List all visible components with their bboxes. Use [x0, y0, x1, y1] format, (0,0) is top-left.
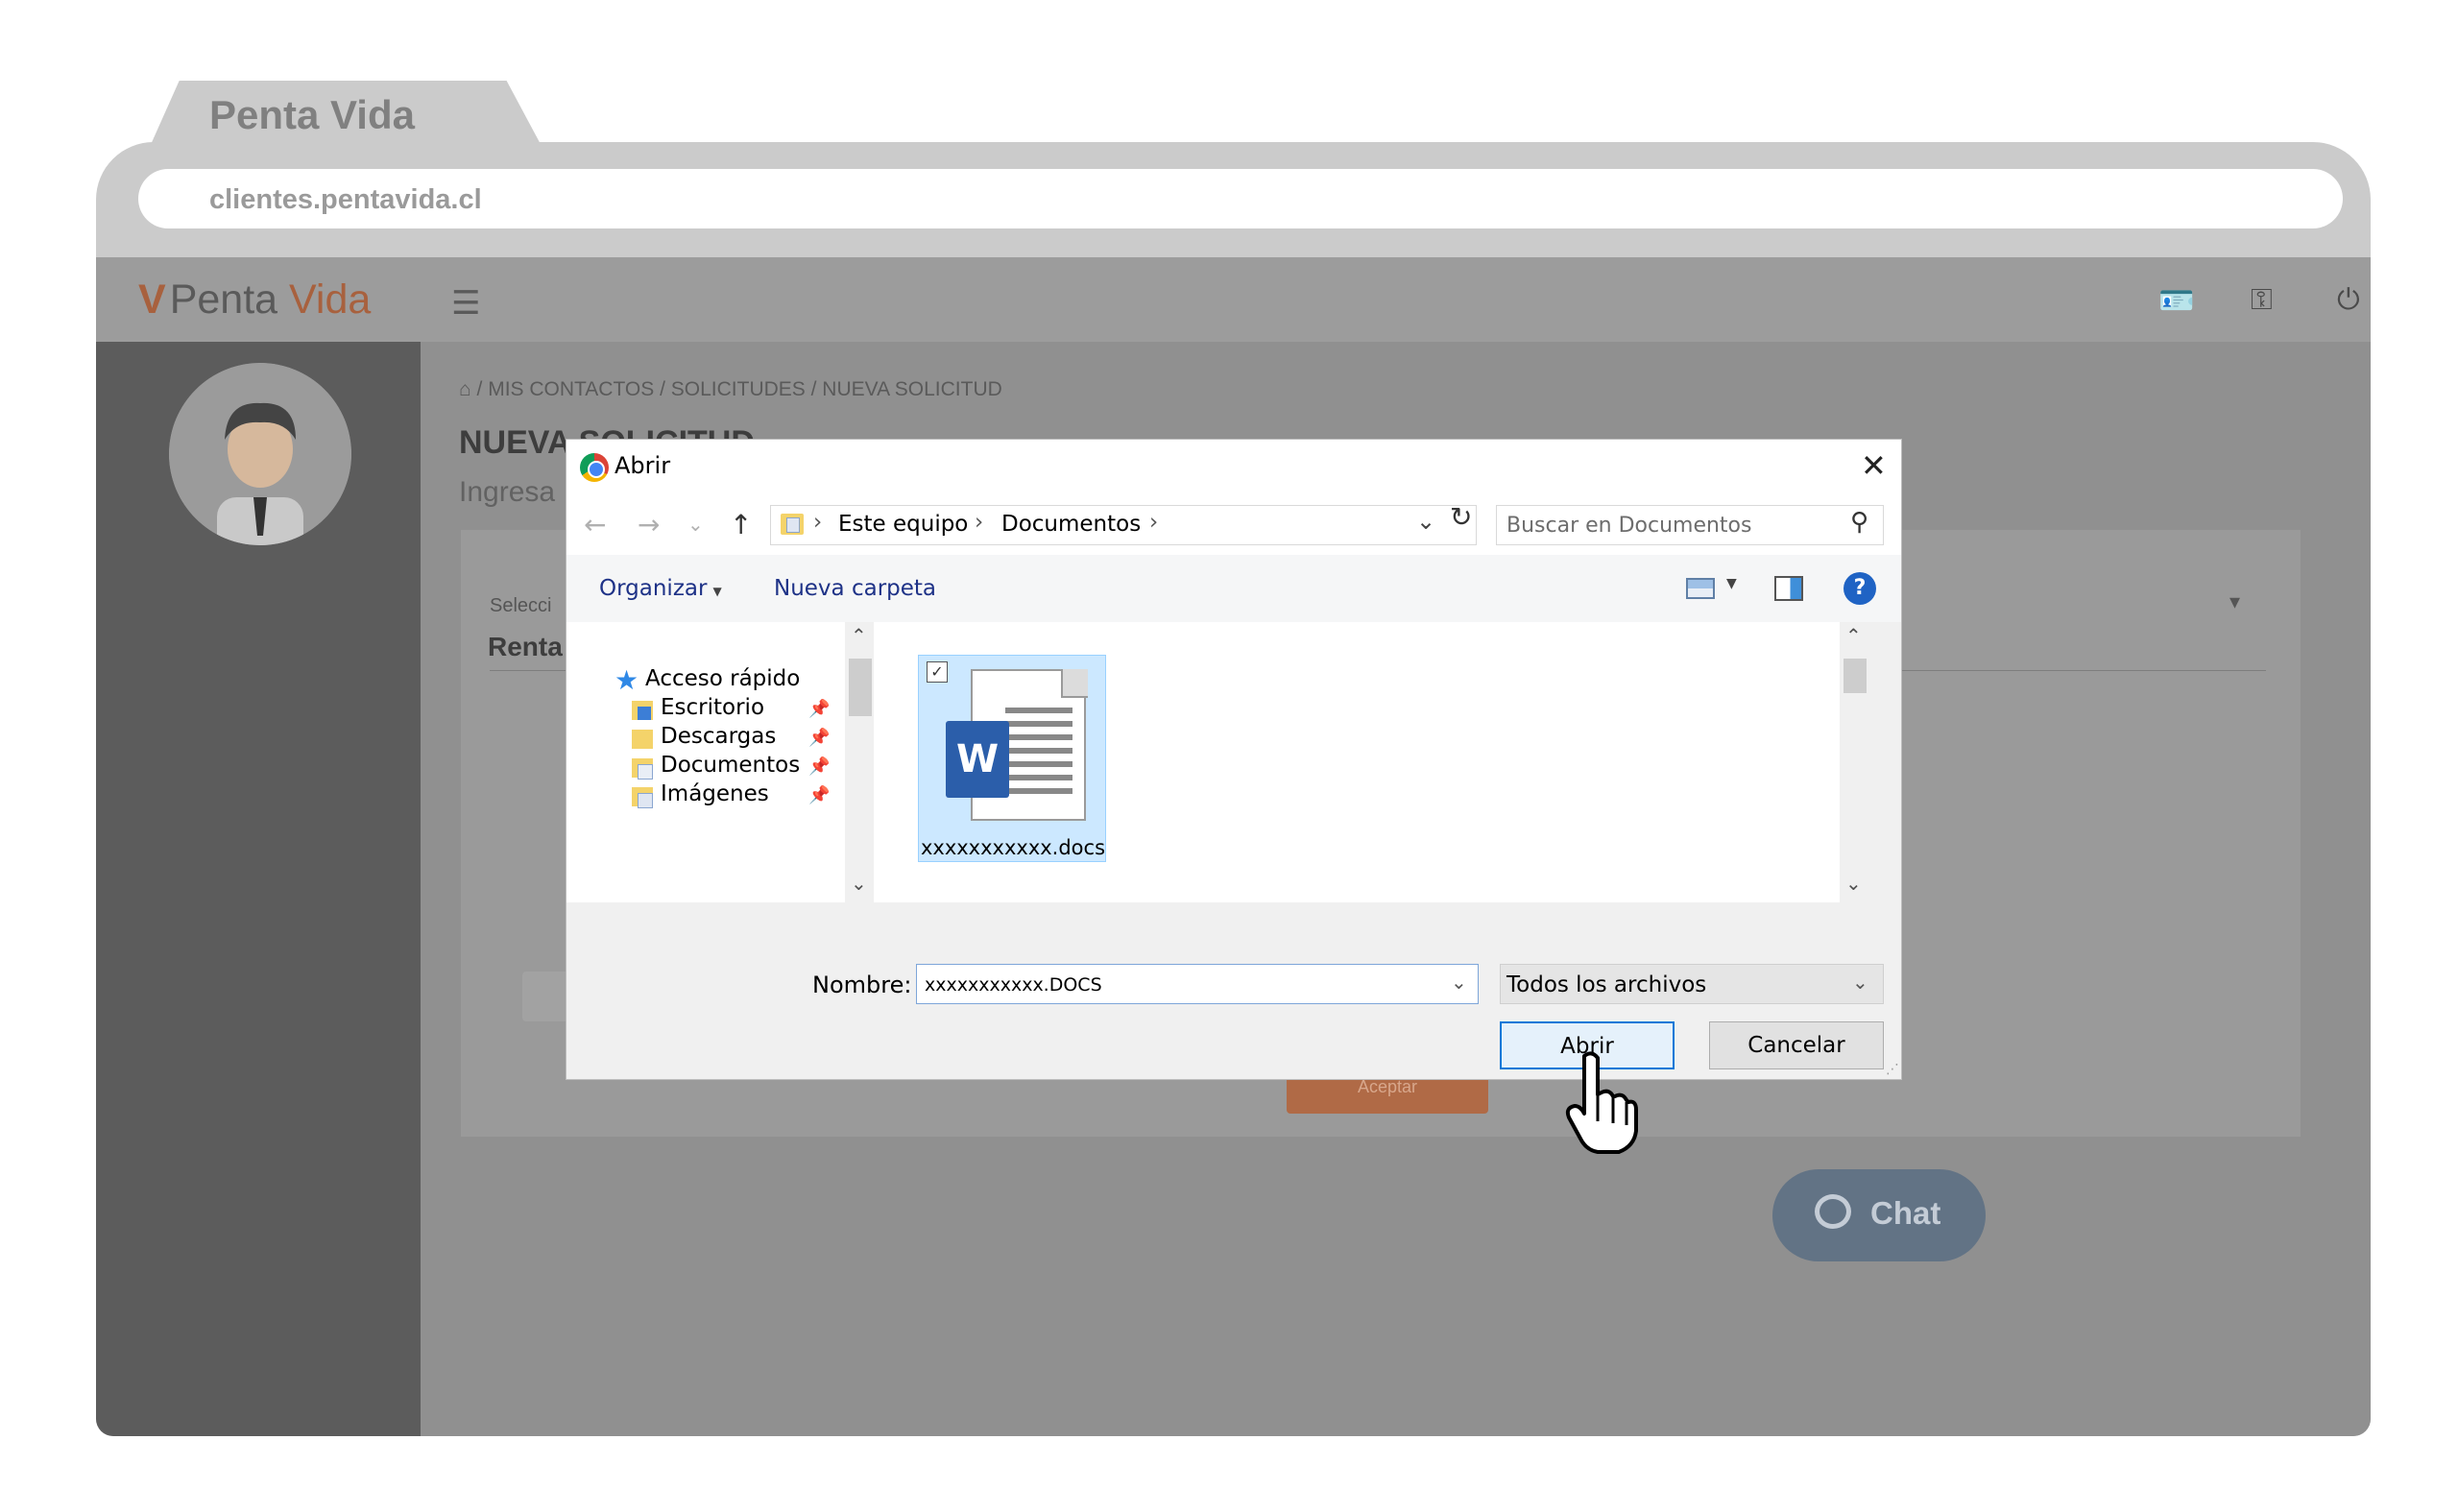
preview-pane-icon[interactable]	[1774, 576, 1803, 601]
scroll-up-icon[interactable]: ⌃	[1845, 624, 1862, 647]
search-icon[interactable]: ⚲	[1850, 508, 1868, 537]
dialog-navigation: ← → ⌄ ↑ › Este equipo › Documentos › ⌄ ↻…	[566, 495, 1901, 555]
nav-scrollbar-thumb[interactable]	[849, 659, 872, 716]
navigation-pane: ★ Acceso rápido Escritorio 📌 Descargas 📌…	[566, 622, 876, 902]
file-name-value: xxxxxxxxxxx.DOCS	[925, 974, 1102, 996]
dialog-toolbar: Organizar ▼ Nueva carpeta ▼ ?	[566, 555, 1901, 622]
caret-down-icon: ▼	[712, 585, 722, 598]
refresh-icon[interactable]: ↻	[1450, 501, 1472, 533]
organize-label: Organizar	[599, 576, 708, 601]
nav-item-documents[interactable]: Documentos	[661, 753, 800, 778]
chat-label: Chat	[1870, 1195, 1941, 1231]
chevron-right-icon[interactable]: ›	[813, 510, 822, 535]
scroll-up-icon[interactable]: ⌃	[851, 624, 867, 647]
dialog-titlebar[interactable]: Abrir ✕	[566, 440, 1901, 495]
logo-mark-icon: V	[138, 276, 166, 323]
chat-button[interactable]: Chat	[1772, 1169, 1986, 1261]
back-arrow-icon[interactable]: ←	[584, 509, 606, 540]
file-name-label: Nombre:	[812, 972, 912, 998]
scroll-down-icon[interactable]: ⌄	[1845, 872, 1862, 895]
scroll-down-icon[interactable]: ⌄	[851, 872, 867, 895]
chevron-down-icon[interactable]: ⌄	[1852, 971, 1868, 994]
cancel-button[interactable]: Cancelar	[1709, 1021, 1884, 1069]
path-segment-documents[interactable]: Documentos	[1001, 512, 1141, 537]
content-scrollbar-thumb[interactable]	[1844, 659, 1867, 693]
app-topbar: VPenta Vida ☰ 🪪 ⚿ ⏻	[96, 257, 2371, 342]
chevron-right-icon[interactable]: ›	[975, 510, 983, 535]
desktop-folder-icon	[632, 701, 653, 720]
content-scrollbar[interactable]: ⌃ ⌄	[1840, 622, 1870, 902]
nav-item-images[interactable]: Imágenes	[661, 781, 769, 806]
breadcrumb-path[interactable]: / MIS CONTACTOS / SOLICITUDES / NUEVA SO…	[477, 378, 1002, 400]
dialog-title: Abrir	[614, 452, 671, 479]
pin-icon[interactable]: 📌	[808, 699, 830, 719]
browser-tab-title: Penta Vida	[209, 92, 415, 137]
nav-item-downloads[interactable]: Descargas	[661, 724, 776, 749]
sidebar	[96, 342, 421, 1436]
file-name-input[interactable]: xxxxxxxxxxx.DOCS ⌄	[916, 964, 1479, 1004]
path-segment-computer[interactable]: Este equipo	[838, 512, 968, 537]
nav-scrollbar[interactable]: ⌃ ⌄	[845, 622, 876, 902]
dialog-footer: Nombre: xxxxxxxxxxx.DOCS ⌄ Todos los arc…	[566, 902, 1901, 1079]
pin-icon[interactable]: 📌	[808, 728, 830, 748]
key-icon[interactable]: ⚿	[2251, 284, 2273, 317]
address-bar-url: clientes.pentavida.cl	[209, 184, 482, 215]
breadcrumb: ⌂ / MIS CONTACTOS / SOLICITUDES / NUEVA …	[459, 378, 1002, 401]
resize-grip-icon[interactable]: ⋰	[1886, 1062, 1899, 1077]
select-value[interactable]: Renta	[488, 632, 563, 662]
close-icon[interactable]: ✕	[1861, 447, 1887, 484]
file-type-select[interactable]: Todos los archivos ⌄	[1500, 964, 1884, 1004]
logo-text-vida: Vida	[289, 276, 372, 323]
power-icon[interactable]: ⏻	[2337, 284, 2360, 317]
help-icon[interactable]: ?	[1844, 572, 1876, 605]
pin-icon[interactable]: 📌	[808, 756, 830, 777]
forward-arrow-icon[interactable]: →	[638, 509, 660, 540]
menu-icon[interactable]: ☰	[451, 284, 480, 323]
chrome-icon	[580, 453, 609, 482]
view-options-icon[interactable]	[1686, 578, 1715, 599]
documents-folder-icon	[632, 758, 653, 780]
word-icon: W	[946, 721, 1009, 798]
page-subtitle: Ingresa	[459, 476, 556, 508]
path-bar[interactable]: › Este equipo › Documentos › ⌄	[770, 505, 1477, 545]
star-icon: ★	[614, 664, 639, 696]
logo-text-penta: Penta	[169, 276, 278, 323]
file-type-value: Todos los archivos	[1506, 972, 1707, 997]
file-item[interactable]: ✓ W xxxxxxxxxxx.docs	[918, 655, 1106, 862]
home-icon[interactable]: ⌂	[459, 378, 471, 400]
id-card-icon[interactable]: 🪪	[2158, 284, 2194, 318]
app-logo[interactable]: VPenta Vida	[138, 276, 371, 324]
chevron-down-icon[interactable]: ⌄	[1416, 508, 1435, 535]
organize-button[interactable]: Organizar ▼	[599, 576, 722, 601]
chat-bubble-icon	[1815, 1194, 1851, 1229]
new-folder-button[interactable]: Nueva carpeta	[774, 576, 936, 601]
file-list: ✓ W xxxxxxxxxxx.docs ⌃ ⌄	[874, 622, 1870, 902]
nav-item-desktop[interactable]: Escritorio	[661, 695, 764, 720]
nav-item-quick-access[interactable]: Acceso rápido	[645, 666, 800, 691]
open-file-dialog: Abrir ✕ ← → ⌄ ↑ › Este equipo › Document…	[566, 440, 1901, 1079]
select-label: Selecci	[490, 595, 552, 616]
page-corner	[1061, 669, 1088, 698]
avatar-illustration	[169, 363, 351, 545]
chevron-right-icon[interactable]: ›	[1149, 510, 1158, 535]
up-arrow-icon[interactable]: ↑	[730, 509, 752, 540]
file-checkbox[interactable]: ✓	[927, 661, 948, 683]
user-avatar[interactable]	[169, 363, 351, 545]
select-caret-icon[interactable]: ▾	[2229, 589, 2240, 614]
address-bar[interactable]: clientes.pentavida.cl	[138, 169, 2343, 228]
pin-icon[interactable]: 📌	[808, 785, 830, 805]
folder-icon	[781, 514, 804, 535]
downloads-folder-icon	[632, 730, 653, 749]
search-placeholder: Buscar en Documentos	[1506, 514, 1752, 538]
chevron-down-icon[interactable]: ⌄	[1451, 971, 1467, 994]
file-name: xxxxxxxxxxx.docs	[920, 836, 1106, 859]
caret-down-icon[interactable]: ▼	[1726, 576, 1737, 591]
document-lines	[1005, 708, 1072, 802]
recent-locations-icon[interactable]: ⌄	[687, 513, 704, 536]
search-input[interactable]: Buscar en Documentos ⚲	[1496, 505, 1884, 545]
images-folder-icon	[632, 787, 653, 808]
hand-cursor-icon	[1565, 1051, 1638, 1154]
